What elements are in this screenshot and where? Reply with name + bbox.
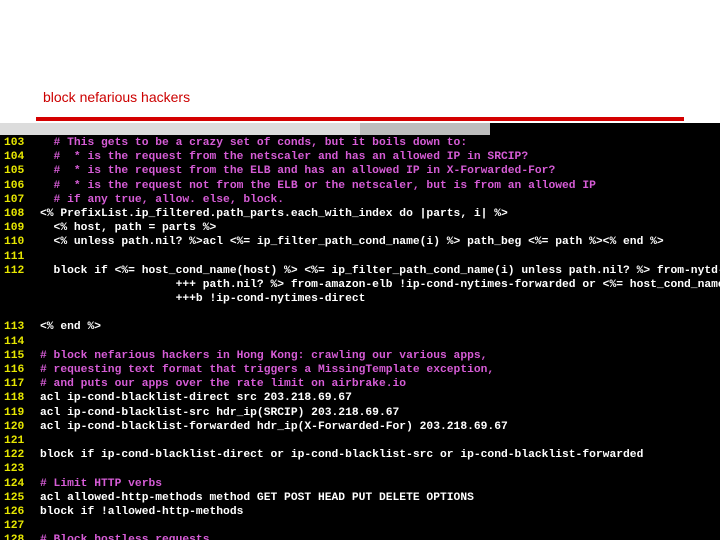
code-text: +++b !ip-cond-nytimes-direct xyxy=(40,293,366,306)
code-text: +++ path.nil? %> from-amazon-elb !ip-con… xyxy=(40,278,720,291)
line-number: 115 xyxy=(4,349,25,362)
line-number: 109 xyxy=(4,222,25,235)
code-text: acl allowed-http-methods method GET POST… xyxy=(40,491,474,504)
line-number: 114 xyxy=(4,335,25,348)
code-line[interactable]: 108 <% PrefixList.ip_filtered.path_parts.… xyxy=(0,207,720,221)
code-line[interactable]: 119 acl ip-cond-blacklist-src hdr_ip(SRCI… xyxy=(0,406,720,420)
status-bar-segment xyxy=(0,123,360,135)
code-text: # This gets to be a crazy set of conds, … xyxy=(40,137,468,149)
code-line[interactable]: 107 # if any true, allow. else, block. xyxy=(0,193,720,207)
code-text: <% end %> xyxy=(40,321,102,334)
line-number: 118 xyxy=(4,392,25,405)
code-line[interactable]: 125 acl allowed-http-methods method GET P… xyxy=(0,491,720,505)
code-line[interactable]: 106 # * is the request not from the ELB … xyxy=(0,179,720,193)
line-number: 105 xyxy=(4,165,25,178)
line-number: 123 xyxy=(4,463,25,476)
code-text: acl ip-cond-blacklist-direct src 203.218… xyxy=(40,392,352,405)
code-text: # Limit HTTP verbs xyxy=(40,477,163,490)
code-line[interactable]: +++b !ip-cond-nytimes-direct xyxy=(0,292,720,306)
code-line[interactable]: 127 xyxy=(0,519,720,533)
line-number: 113 xyxy=(4,321,25,334)
code-text: # and puts our apps over the rate limit … xyxy=(40,378,407,391)
status-bar-segment xyxy=(360,123,490,135)
line-number: 128 xyxy=(0,533,40,540)
code-text: <% PrefixList.ip_filtered.path_parts.eac… xyxy=(40,207,508,220)
line-number: 122 xyxy=(4,449,25,462)
code-line[interactable]: +++ path.nil? %> from-amazon-elb !ip-con… xyxy=(0,278,720,292)
line-number: 103 xyxy=(4,137,25,149)
line-number: 116 xyxy=(4,364,25,376)
code-line[interactable]: 120 acl ip-cond-blacklist-forwarded hdr_i… xyxy=(0,420,720,434)
code-line[interactable]: 112 block if <%= host_cond_name(host) %>… xyxy=(0,264,720,278)
code-text: acl ip-cond-blacklist-forwarded hdr_ip(X… xyxy=(40,420,508,433)
code-text: block if ip-cond-blacklist-direct or ip-… xyxy=(40,449,644,462)
line-number: 112 xyxy=(4,264,25,277)
code-editor[interactable]: 103 # This gets to be a crazy set of con… xyxy=(0,136,720,540)
line-number: 117 xyxy=(4,378,25,391)
code-text: # requesting text format that triggers a… xyxy=(40,364,495,376)
code-text: <% host, path = parts %> xyxy=(40,222,217,235)
line-number: 125 xyxy=(4,491,25,504)
line-number: 111 xyxy=(4,250,25,263)
line-number: 106 xyxy=(4,179,25,192)
code-line[interactable]: 111 xyxy=(0,250,720,264)
code-line[interactable]: 109 <% host, path = parts %> xyxy=(0,221,720,235)
code-text: # Block hostless requests xyxy=(40,534,209,540)
code-line[interactable]: 104 # * is the request from the netscale… xyxy=(0,150,720,164)
line-number: 127 xyxy=(4,520,25,533)
code-line[interactable]: 121 xyxy=(0,434,720,448)
code-text: # if any true, allow. else, block. xyxy=(40,193,285,206)
code-line[interactable]: 116 # requesting text format that trigger… xyxy=(0,363,720,377)
code-line[interactable]: 124 # Limit HTTP verbs xyxy=(0,477,720,491)
code-line[interactable]: 114 xyxy=(0,335,720,349)
code-text: # * is the request from the ELB and has … xyxy=(40,165,556,178)
line-number: 108 xyxy=(4,207,25,220)
code-line[interactable]: 128# Block hostless requests xyxy=(0,533,720,540)
code-line[interactable]: 115 # block nefarious hackers in Hong Kon… xyxy=(0,349,720,363)
code-text: acl ip-cond-blacklist-src hdr_ip(SRCIP) … xyxy=(40,406,400,419)
line-number: 104 xyxy=(4,151,25,164)
code-line[interactable]: 117 # and puts our apps over the rate lim… xyxy=(0,377,720,391)
code-line[interactable]: 126 block if !allowed-http-methods xyxy=(0,505,720,519)
code-line[interactable]: 113 <% end %> xyxy=(0,320,720,334)
title-underline xyxy=(36,117,684,121)
code-line[interactable]: 105 # * is the request from the ELB and … xyxy=(0,164,720,178)
code-line[interactable]: 103 # This gets to be a crazy set of con… xyxy=(0,136,720,150)
code-text: # block nefarious hackers in Hong Kong: … xyxy=(40,349,488,362)
code-text: block if !allowed-http-methods xyxy=(40,505,244,518)
code-line[interactable]: 122 block if ip-cond-blacklist-direct or … xyxy=(0,448,720,462)
line-number: 126 xyxy=(4,505,25,518)
slide-title: block nefarious hackers xyxy=(43,89,191,105)
line-number: 107 xyxy=(4,193,25,206)
code-line[interactable]: 118 acl ip-cond-blacklist-direct src 203.… xyxy=(0,391,720,405)
terminal-window[interactable]: 103 # This gets to be a crazy set of con… xyxy=(0,123,720,540)
line-number: 120 xyxy=(4,420,25,433)
line-number: 121 xyxy=(4,434,25,447)
line-number: 119 xyxy=(4,406,25,419)
code-text: block if <%= host_cond_name(host) %> <%=… xyxy=(40,264,720,277)
line-number: 124 xyxy=(4,477,25,490)
code-line[interactable]: 110 <% unless path.nil? %>acl <%= ip_fil… xyxy=(0,235,720,249)
code-line[interactable] xyxy=(0,306,720,320)
line-number: 110 xyxy=(4,236,25,249)
code-text: <% unless path.nil? %>acl <%= ip_filter_… xyxy=(40,236,664,249)
code-text: # * is the request from the netscaler an… xyxy=(40,151,529,164)
terminal-status-bar xyxy=(0,123,720,135)
code-line[interactable]: 123 xyxy=(0,462,720,476)
code-text: # * is the request not from the ELB or t… xyxy=(40,179,596,192)
